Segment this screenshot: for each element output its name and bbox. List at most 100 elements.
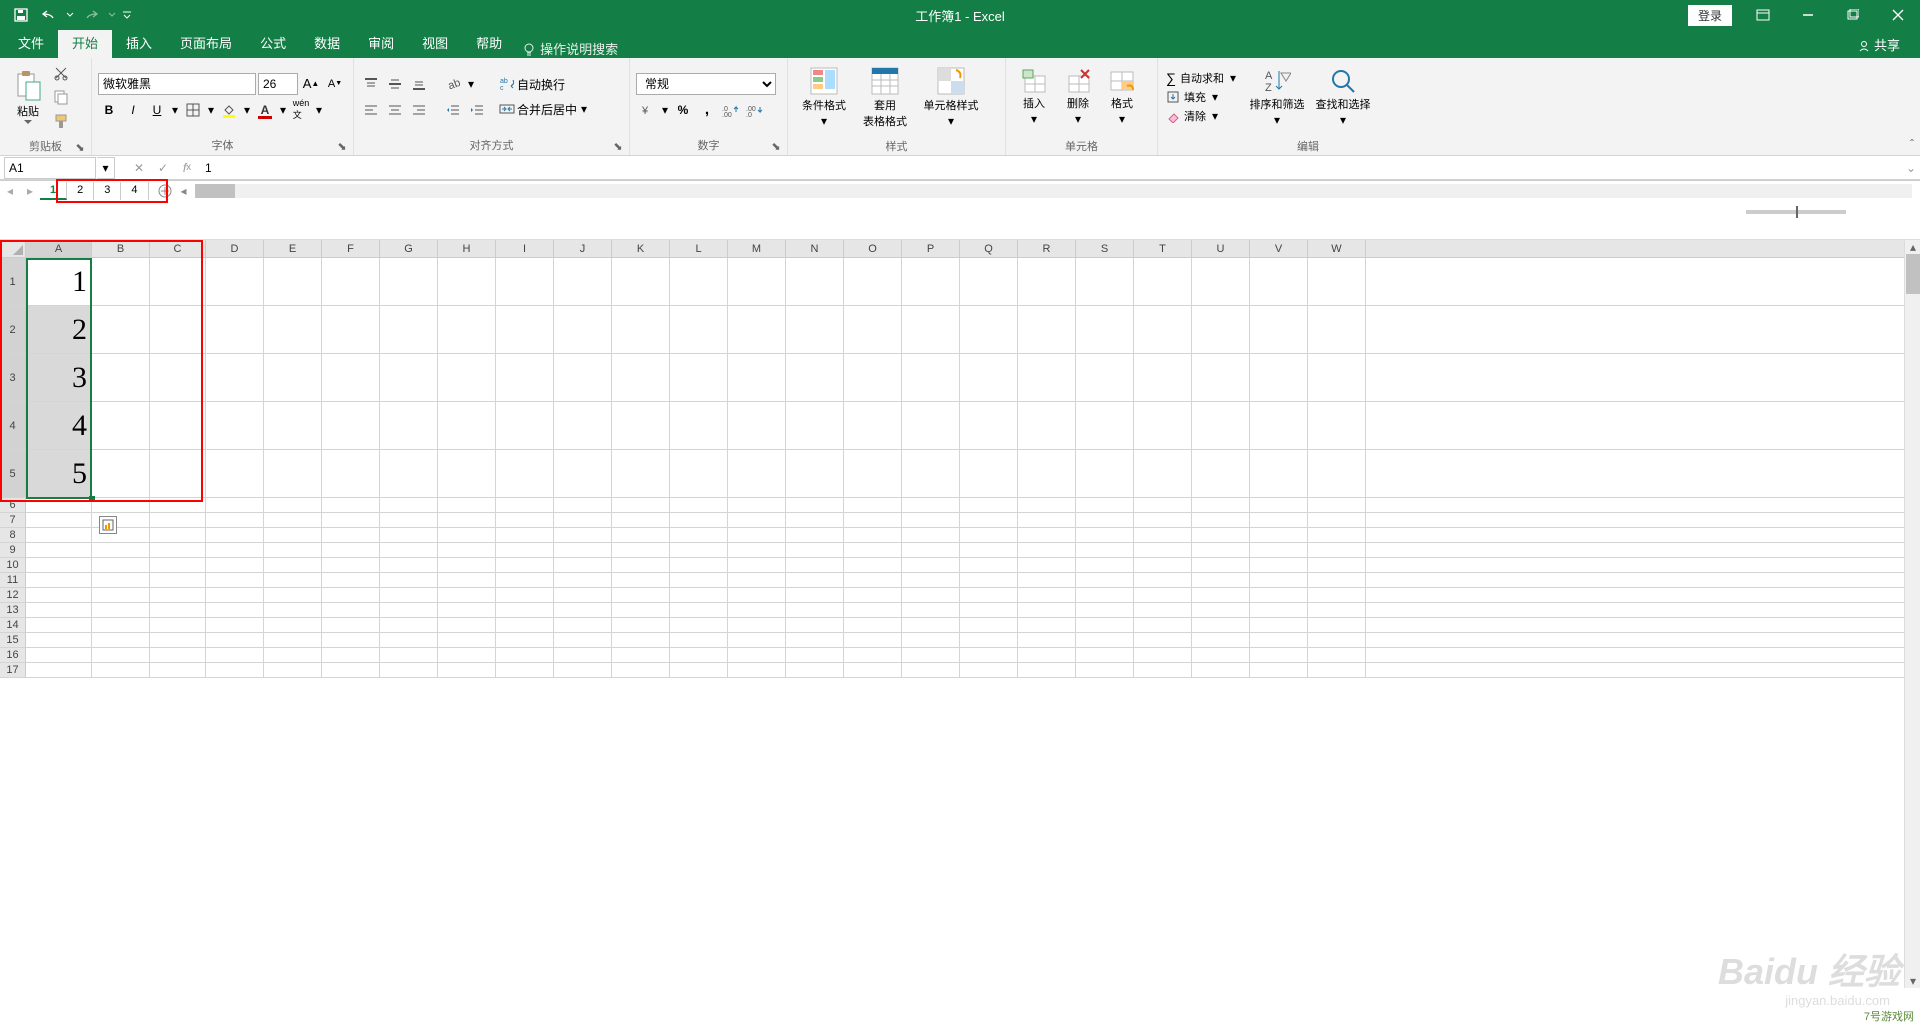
cell[interactable]	[786, 513, 844, 527]
row-header[interactable]: 5	[0, 450, 26, 497]
row-header[interactable]: 6	[0, 498, 26, 512]
col-header-M[interactable]: M	[728, 240, 786, 257]
cell[interactable]	[1134, 450, 1192, 497]
border-dropdown-icon[interactable]: ▾	[206, 99, 216, 121]
cut-icon[interactable]	[50, 62, 72, 84]
cell[interactable]	[1192, 258, 1250, 305]
cell[interactable]	[554, 354, 612, 401]
tab-page-layout[interactable]: 页面布局	[166, 27, 246, 58]
cell[interactable]	[26, 558, 92, 572]
cell[interactable]	[264, 258, 322, 305]
cell[interactable]	[496, 603, 554, 617]
cell[interactable]	[728, 663, 786, 677]
row-header[interactable]: 16	[0, 648, 26, 662]
cell[interactable]	[264, 663, 322, 677]
cell[interactable]	[150, 450, 206, 497]
cell[interactable]	[670, 573, 728, 587]
scroll-down-icon[interactable]: ▾	[1905, 974, 1920, 988]
cell[interactable]	[150, 528, 206, 542]
cell[interactable]	[380, 513, 438, 527]
autosum-button[interactable]: ∑自动求和▾	[1164, 69, 1238, 87]
redo-icon[interactable]	[78, 2, 104, 28]
cell[interactable]	[92, 618, 150, 632]
cell[interactable]	[1076, 402, 1134, 449]
cell[interactable]	[26, 513, 92, 527]
cell[interactable]	[264, 498, 322, 512]
cell[interactable]	[786, 663, 844, 677]
cell[interactable]	[496, 258, 554, 305]
cell[interactable]	[206, 663, 264, 677]
cell[interactable]	[438, 450, 496, 497]
col-header-V[interactable]: V	[1250, 240, 1308, 257]
cell[interactable]	[554, 306, 612, 353]
cell[interactable]	[150, 306, 206, 353]
cell[interactable]	[786, 402, 844, 449]
cell[interactable]	[1076, 543, 1134, 557]
cell[interactable]	[1250, 258, 1308, 305]
cell[interactable]	[1192, 498, 1250, 512]
clipboard-launcher-icon[interactable]: ⬊	[73, 140, 87, 154]
cell[interactable]	[670, 543, 728, 557]
cell[interactable]	[960, 513, 1018, 527]
cell[interactable]	[322, 498, 380, 512]
fill-color-icon[interactable]	[218, 99, 240, 121]
font-color-dropdown-icon[interactable]: ▾	[278, 99, 288, 121]
cell[interactable]	[26, 618, 92, 632]
cell[interactable]	[728, 498, 786, 512]
cell[interactable]	[92, 258, 150, 305]
expand-formula-bar-icon[interactable]: ⌄	[1906, 161, 1916, 175]
cell[interactable]	[1308, 618, 1366, 632]
cell[interactable]	[438, 258, 496, 305]
horizontal-scroll-thumb[interactable]	[195, 184, 235, 198]
cell[interactable]	[612, 648, 670, 662]
cell[interactable]	[786, 354, 844, 401]
decrease-indent-icon[interactable]	[442, 99, 464, 121]
cell[interactable]	[322, 633, 380, 647]
cell[interactable]	[264, 450, 322, 497]
cell[interactable]	[438, 558, 496, 572]
cell[interactable]	[612, 573, 670, 587]
cell[interactable]	[496, 498, 554, 512]
cell[interactable]	[902, 528, 960, 542]
fx-icon[interactable]: fx	[175, 157, 199, 179]
cell[interactable]	[1250, 633, 1308, 647]
wrap-text-button[interactable]: abc 自动换行	[494, 73, 592, 96]
col-header-B[interactable]: B	[92, 240, 150, 257]
row-header[interactable]: 8	[0, 528, 26, 542]
cell[interactable]	[92, 306, 150, 353]
cell[interactable]	[1308, 543, 1366, 557]
cell[interactable]	[150, 543, 206, 557]
cell[interactable]	[322, 558, 380, 572]
cell[interactable]	[1076, 663, 1134, 677]
cell[interactable]	[670, 663, 728, 677]
cell[interactable]	[380, 543, 438, 557]
cell[interactable]	[496, 588, 554, 602]
tell-me[interactable]: 操作说明搜索	[522, 39, 618, 58]
cell[interactable]	[438, 618, 496, 632]
cell[interactable]	[322, 543, 380, 557]
percent-icon[interactable]: %	[672, 99, 694, 121]
cell[interactable]	[960, 306, 1018, 353]
redo-dropdown-icon[interactable]	[106, 2, 118, 28]
cell[interactable]	[1192, 663, 1250, 677]
col-header-E[interactable]: E	[264, 240, 322, 257]
accounting-dropdown-icon[interactable]: ▾	[660, 99, 670, 121]
cell[interactable]	[1250, 588, 1308, 602]
cell[interactable]	[496, 354, 554, 401]
cell[interactable]	[786, 603, 844, 617]
cell[interactable]	[902, 402, 960, 449]
cell[interactable]	[438, 528, 496, 542]
comma-icon[interactable]: ,	[696, 99, 718, 121]
cell[interactable]	[554, 513, 612, 527]
save-icon[interactable]	[8, 2, 34, 28]
cell[interactable]	[554, 618, 612, 632]
cell[interactable]	[322, 588, 380, 602]
cell[interactable]	[1134, 354, 1192, 401]
sheet-tab[interactable]: 4	[121, 182, 148, 200]
cell[interactable]	[92, 498, 150, 512]
cell[interactable]	[206, 648, 264, 662]
cell[interactable]	[1192, 603, 1250, 617]
zoom-slider[interactable]	[1746, 210, 1846, 214]
cell[interactable]	[1134, 498, 1192, 512]
cell[interactable]	[612, 513, 670, 527]
